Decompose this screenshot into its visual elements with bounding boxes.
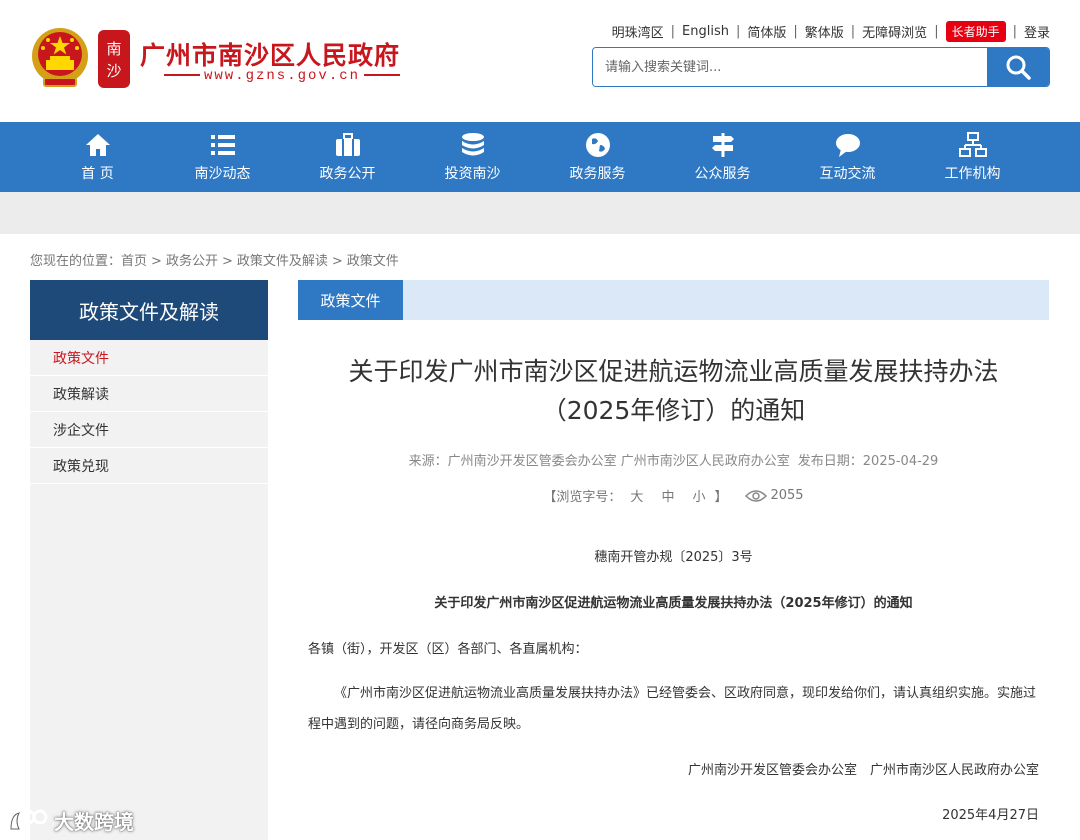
sidebar-title: 政策文件及解读 — [30, 280, 268, 340]
link-simplified[interactable]: 简体版 — [747, 22, 786, 41]
elder-assistant-button[interactable]: 长者助手 — [945, 20, 1006, 42]
search-input[interactable] — [593, 48, 987, 86]
nav-invest[interactable]: 投资南沙 — [410, 122, 535, 192]
document-addressee: 各镇（街），开发区（区）各部门、各直属机构： — [308, 642, 588, 657]
font-size-medium[interactable]: 中 — [661, 486, 674, 505]
sidebar-item-policy-fulfillment[interactable]: 政策兑现 — [30, 448, 268, 484]
svg-text:南: 南 — [106, 40, 121, 58]
breadcrumb-policy-docs-interp[interactable]: 政策文件及解读 — [237, 254, 328, 269]
breadcrumb-separator: > — [151, 254, 162, 269]
nav-news[interactable]: 南沙动态 — [160, 122, 285, 192]
list-icon — [210, 135, 235, 155]
nav-interaction[interactable]: 互动交流 — [785, 122, 910, 192]
nav-home[interactable]: 首 页 — [35, 122, 160, 192]
home-icon — [85, 134, 110, 156]
top-links: 明珠湾区 | English | 简体版 | 繁体版 | 无障碍浏览 | 长者助… — [612, 20, 1050, 42]
nav-label: 首 页 — [81, 166, 114, 182]
coins-icon — [461, 133, 484, 156]
url-dash-right — [364, 74, 401, 77]
eye-icon — [745, 489, 768, 502]
watermark-logo-icon — [10, 809, 48, 829]
nansha-seal-logo: 南 沙 — [98, 30, 130, 88]
sub-nav-bar — [0, 192, 1080, 234]
nav-public-services[interactable]: 公众服务 — [660, 122, 785, 192]
publish-date: 发布日期：2025-04-29 — [797, 454, 939, 469]
signpost-icon — [711, 133, 734, 157]
site-url: www.gzns.gov.cn — [160, 68, 404, 84]
section-tab-bar: 政策文件 — [298, 280, 1049, 320]
article-title-line1: 关于印发广州市南沙区促进航运物流业高质量发展扶持办法 — [348, 357, 999, 386]
document-number: 穗南开管办规〔2025〕3号 — [594, 550, 753, 565]
link-english[interactable]: English — [682, 24, 729, 39]
nav-gov-affairs[interactable]: 政务公开 — [285, 122, 410, 192]
nav-label: 政务服务 — [569, 166, 626, 182]
font-size-large[interactable]: 大 — [630, 486, 643, 505]
site-title[interactable]: 广州市南沙区人民政府 — [140, 36, 400, 72]
search-box — [592, 47, 1050, 87]
link-traditional[interactable]: 繁体版 — [805, 22, 844, 41]
article-source: 来源：广州南沙开发区管委会办公室 广州市南沙区人民政府办公室 — [408, 454, 790, 469]
font-size-close: 】 — [714, 490, 728, 505]
svg-text:沙: 沙 — [106, 62, 121, 80]
nav-label: 政务公开 — [319, 166, 376, 182]
divider: | — [1012, 23, 1017, 39]
header: 南 沙 广州市南沙区人民政府 www.gzns.gov.cn 明珠湾区 | En… — [0, 0, 1080, 122]
link-mingzhuwan[interactable]: 明珠湾区 — [612, 22, 664, 41]
sidebar-item-policy-interpretation[interactable]: 政策解读 — [30, 376, 268, 412]
view-count-value: 2055 — [770, 488, 804, 503]
divider: | — [735, 23, 741, 39]
nav-label: 投资南沙 — [444, 166, 501, 182]
tab-policy-docs[interactable]: 政策文件 — [298, 280, 403, 320]
chat-icon — [835, 134, 860, 157]
document-date: 2025年4月27日 — [942, 808, 1039, 823]
breadcrumb-policy-docs[interactable]: 政策文件 — [347, 254, 399, 269]
org-chart-icon — [958, 132, 987, 157]
font-size-controls: 【浏览字号： 大 中 小 】 2055 — [298, 486, 1049, 505]
divider: | — [793, 23, 798, 39]
search-icon — [1006, 55, 1031, 80]
divider: | — [670, 23, 676, 39]
breadcrumb: 您现在的位置：首页 > 政务公开 > 政策文件及解读 > 政策文件 — [30, 250, 399, 269]
url-dash-left — [164, 74, 200, 77]
main-nav: 首 页 南沙动态 政务公开 投资南沙 政务服务 公众服务 互动交流 工作机构 — [0, 122, 1080, 192]
nav-gov-services[interactable]: 政务服务 — [535, 122, 660, 192]
login-link[interactable]: 登录 — [1024, 22, 1050, 41]
link-accessibility[interactable]: 无障碍浏览 — [862, 22, 927, 41]
breadcrumb-prefix: 您现在的位置： — [30, 254, 122, 269]
font-size-label: 【浏览字号： — [543, 490, 622, 505]
sidebar-item-enterprise-docs[interactable]: 涉企文件 — [30, 412, 268, 448]
divider: | — [934, 23, 939, 39]
nav-institutions[interactable]: 工作机构 — [910, 122, 1035, 192]
breadcrumb-home[interactable]: 首页 — [121, 254, 147, 269]
briefcase-icon — [335, 133, 360, 156]
sidebar-item-policy-docs[interactable]: 政策文件 — [30, 340, 268, 376]
watermark-text: 大数跨境 — [54, 810, 134, 834]
document-title: 关于印发广州市南沙区促进航运物流业高质量发展扶持办法（2025年修订）的通知 — [434, 596, 913, 611]
search-button[interactable] — [987, 48, 1049, 86]
document-body: 《广州市南沙区促进航运物流业高质量发展扶持办法》已经管委会、区政府同意，现印发给… — [308, 686, 1037, 732]
site-url-text: www.gzns.gov.cn — [204, 68, 361, 84]
breadcrumb-gov-affairs[interactable]: 政务公开 — [166, 254, 218, 269]
breadcrumb-separator: > — [221, 254, 233, 269]
article-title-line2: （2025年修订）的通知 — [541, 396, 806, 425]
nav-label: 公众服务 — [694, 166, 751, 182]
globe-icon — [585, 133, 610, 157]
divider: | — [850, 23, 856, 39]
sidebar: 政策文件及解读 政策文件 政策解读 涉企文件 政策兑现 — [30, 280, 268, 840]
view-count: 2055 — [745, 488, 804, 503]
nav-label: 南沙动态 — [194, 166, 251, 182]
nav-label: 互动交流 — [819, 166, 876, 182]
watermark: 大数跨境 — [8, 806, 134, 835]
font-size-small[interactable]: 小 — [692, 486, 705, 505]
nav-label: 工作机构 — [944, 166, 1001, 182]
article-meta: 来源：广州南沙开发区管委会办公室 广州市南沙区人民政府办公室 发布日期：2025-… — [298, 450, 1049, 469]
breadcrumb-separator: > — [331, 254, 343, 269]
article-title: 关于印发广州市南沙区促进航运物流业高质量发展扶持办法 （2025年修订）的通知 — [298, 352, 1049, 430]
national-emblem-icon — [32, 28, 88, 87]
document-signature: 广州南沙开发区管委会办公室 广州市南沙区人民政府办公室 — [687, 763, 1039, 778]
